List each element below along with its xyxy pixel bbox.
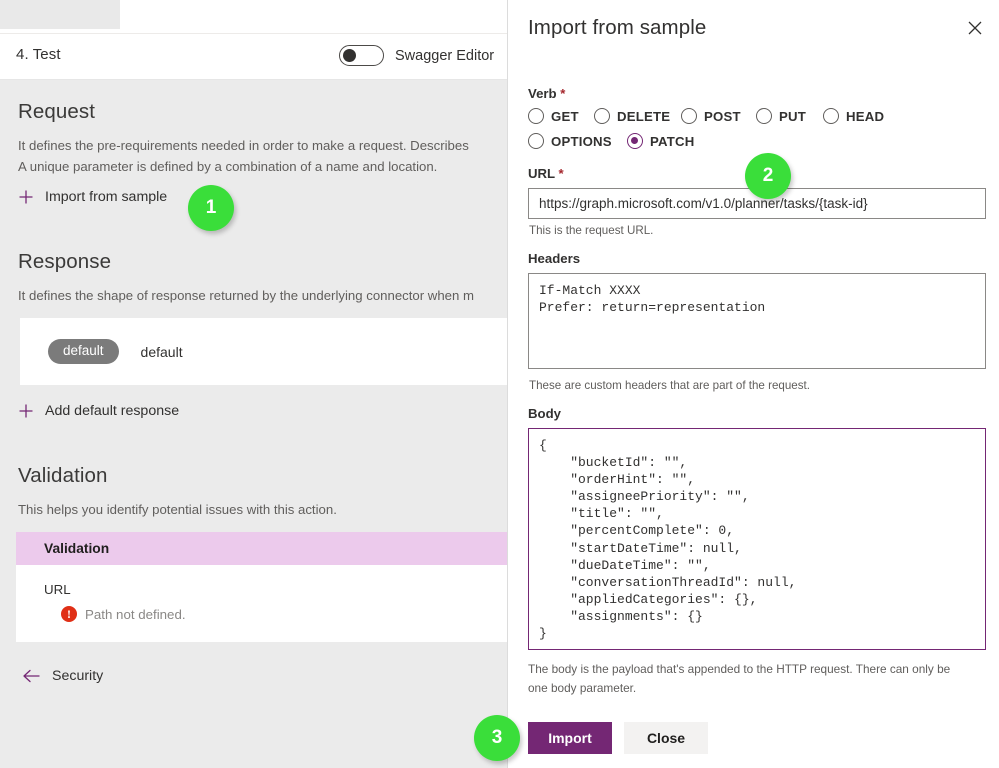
body-hint: The body is the payload that's appended …: [528, 662, 951, 695]
headers-hint: These are custom headers that are part o…: [529, 379, 810, 392]
tab-active-block[interactable]: [0, 0, 120, 29]
callout-badge-2: 2: [745, 153, 791, 199]
required-asterisk: *: [556, 86, 566, 101]
verb-patch-label: PATCH: [650, 133, 695, 149]
radio-circle-icon: [681, 108, 697, 124]
response-status-badge: default: [48, 339, 119, 364]
verb-head-label: HEAD: [846, 108, 885, 124]
radio-circle-icon: [823, 108, 839, 124]
import-from-sample-panel: Import from sample Verb * GET DELETE POS…: [507, 0, 999, 768]
radio-circle-icon: [528, 133, 544, 149]
validation-section-description: This helps you identify potential issues…: [18, 502, 337, 517]
close-x-icon: [968, 21, 982, 35]
toggle-knob-icon: [343, 49, 356, 62]
radio-circle-icon: [756, 108, 772, 124]
panel-action-bar: Import Close: [528, 722, 708, 754]
validation-table-header-label: Validation: [44, 541, 110, 556]
verb-head-radio[interactable]: HEAD: [823, 108, 884, 124]
verb-delete-radio[interactable]: DELETE: [594, 108, 681, 124]
headers-textarea[interactable]: [528, 273, 986, 369]
swagger-editor-toggle[interactable]: [339, 45, 384, 66]
verb-radio-row-1: GET DELETE POST PUT HEAD: [528, 108, 988, 124]
error-icon: !: [61, 606, 77, 622]
verb-radio-row-2: OPTIONS PATCH: [528, 133, 988, 149]
app-root: 4. Test Swagger Editor Request It define…: [0, 0, 999, 768]
verb-patch-radio[interactable]: PATCH: [627, 133, 694, 149]
swagger-editor-toggle-group[interactable]: Swagger Editor: [339, 45, 494, 66]
validation-error-text: Path not defined.: [85, 606, 186, 622]
body-field-label: Body: [528, 406, 561, 421]
plus-icon: [19, 404, 33, 418]
import-from-sample-label: Import from sample: [45, 189, 168, 205]
verb-delete-label: DELETE: [617, 108, 671, 124]
response-section-description: It defines the shape of response returne…: [18, 288, 474, 303]
verb-field-label: Verb *: [528, 86, 988, 101]
radio-circle-icon: [528, 108, 544, 124]
verb-get-label: GET: [551, 108, 579, 124]
verb-options-radio[interactable]: OPTIONS: [528, 133, 627, 149]
verb-post-radio[interactable]: POST: [681, 108, 756, 124]
required-asterisk: *: [554, 166, 564, 181]
add-default-response-label: Add default response: [45, 403, 180, 419]
callout-badge-1: 1: [188, 185, 234, 231]
url-hint: This is the request URL.: [529, 224, 654, 237]
verb-put-label: PUT: [779, 108, 806, 124]
response-row-label: default: [140, 343, 183, 360]
request-section-description: It defines the pre-requirements needed i…: [18, 138, 469, 174]
radio-circle-icon: [594, 108, 610, 124]
verb-post-label: POST: [704, 108, 741, 124]
body-textarea[interactable]: [528, 428, 986, 650]
close-icon[interactable]: [959, 12, 991, 44]
import-button[interactable]: Import: [528, 722, 612, 754]
verb-label-text: Verb: [528, 86, 557, 101]
callout-badge-3: 3: [474, 715, 520, 761]
verb-radio-group[interactable]: GET DELETE POST PUT HEAD OPTIONS PATCH: [528, 108, 988, 149]
verb-options-label: OPTIONS: [551, 133, 612, 149]
swagger-editor-label: Swagger Editor: [395, 47, 495, 64]
arrow-left-icon: [23, 669, 40, 683]
url-label-text: URL: [528, 166, 555, 181]
security-label: Security: [52, 668, 104, 684]
verb-get-radio[interactable]: GET: [528, 108, 594, 124]
step-title: 4. Test: [16, 46, 61, 63]
radio-circle-selected-icon: [627, 133, 643, 149]
close-button[interactable]: Close: [624, 722, 708, 754]
plus-icon: [19, 190, 33, 204]
headers-field-label: Headers: [528, 251, 581, 266]
verb-put-radio[interactable]: PUT: [756, 108, 823, 124]
security-back-link[interactable]: Security: [22, 668, 172, 684]
panel-title: Import from sample: [528, 16, 707, 39]
add-default-response-link[interactable]: Add default response: [18, 403, 258, 419]
